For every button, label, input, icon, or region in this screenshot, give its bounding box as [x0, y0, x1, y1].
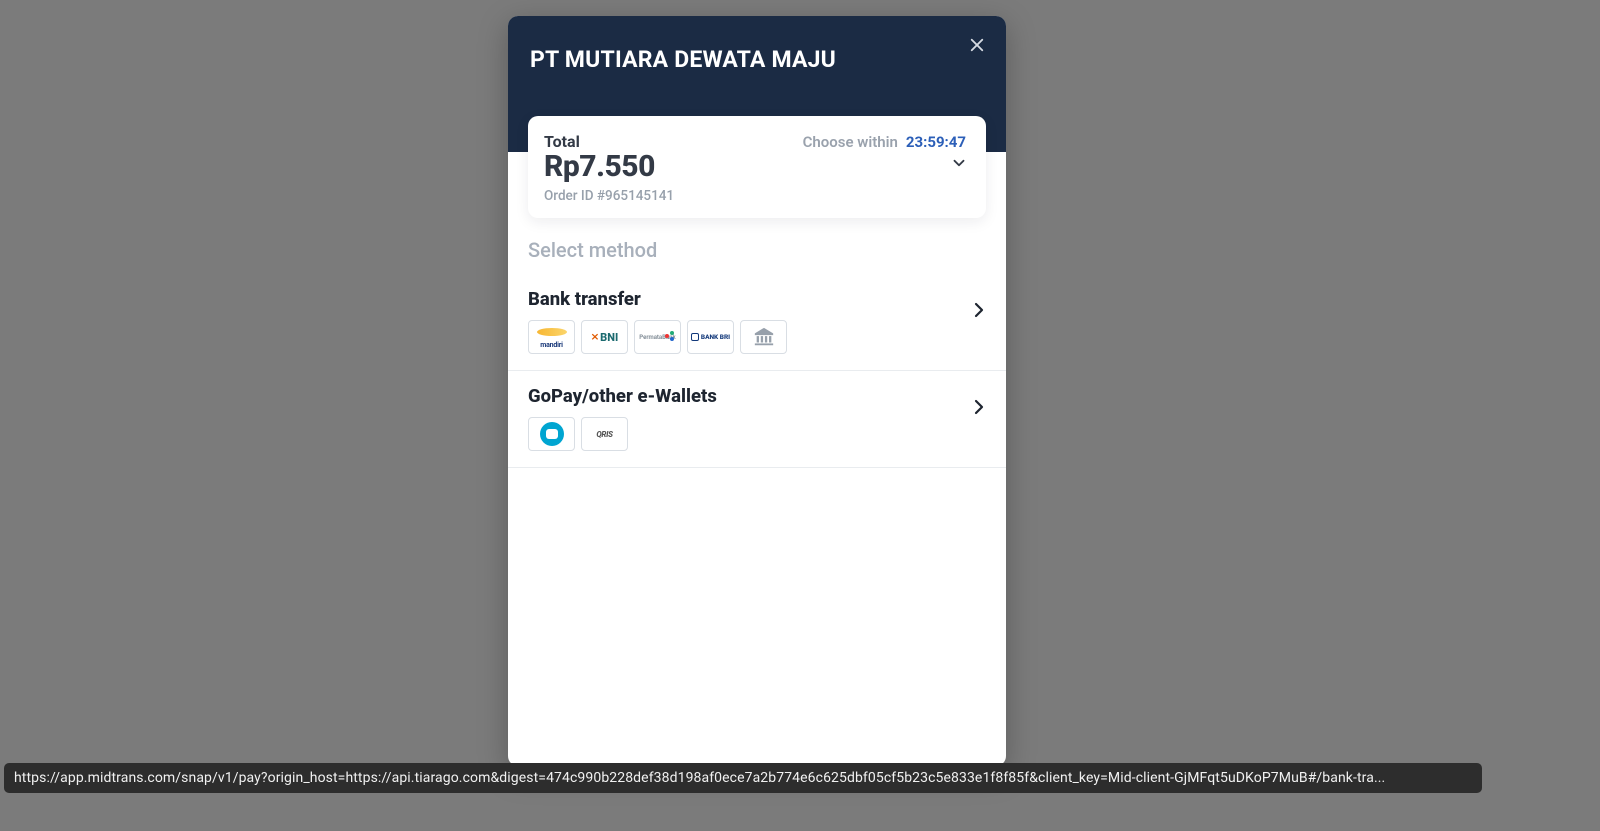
bank-logo-row: mandiri ⨯BNI PermataBank BANK BRI	[528, 320, 986, 354]
chevron-right-icon	[974, 302, 984, 322]
close-icon	[968, 36, 986, 54]
ewallet-logo-row: QRIS	[528, 417, 986, 451]
payment-modal: PT MUTIARA DEWATA MAJU Total Choose with…	[508, 16, 1006, 766]
method-title: Bank transfer	[528, 288, 986, 310]
method-title: GoPay/other e-Wallets	[528, 385, 986, 407]
close-button[interactable]	[962, 30, 992, 60]
logo-mandiri: mandiri	[528, 320, 575, 354]
choose-within-label: Choose within	[803, 133, 898, 151]
expand-summary-button[interactable]	[950, 154, 968, 176]
method-gopay-ewallets[interactable]: GoPay/other e-Wallets QRIS	[508, 371, 1006, 468]
countdown-timer: 23:59:47	[906, 133, 966, 151]
order-summary-card: Total Choose within 23:59:47 Rp7.550 Ord…	[528, 116, 986, 218]
logo-permata: PermataBank	[634, 320, 681, 354]
url-preview-bar: https://app.midtrans.com/snap/v1/pay?ori…	[4, 763, 1482, 793]
logo-bri: BANK BRI	[687, 320, 734, 354]
logo-other-bank	[740, 320, 787, 354]
chevron-right-icon	[974, 399, 984, 419]
logo-qris: QRIS	[581, 417, 628, 451]
logo-gopay	[528, 417, 575, 451]
chevron-down-icon	[950, 154, 968, 172]
select-method-title: Select method	[508, 224, 1006, 274]
merchant-name: PT MUTIARA DEWATA MAJU	[530, 46, 836, 73]
order-id: Order ID #965145141	[544, 188, 966, 204]
logo-bni: ⨯BNI	[581, 320, 628, 354]
method-bank-transfer[interactable]: Bank transfer mandiri ⨯BNI PermataBank B…	[508, 274, 1006, 371]
modal-content: Select method Bank transfer mandiri ⨯BNI…	[508, 224, 1006, 766]
total-amount: Rp7.550	[544, 149, 966, 184]
bank-icon	[753, 326, 775, 348]
